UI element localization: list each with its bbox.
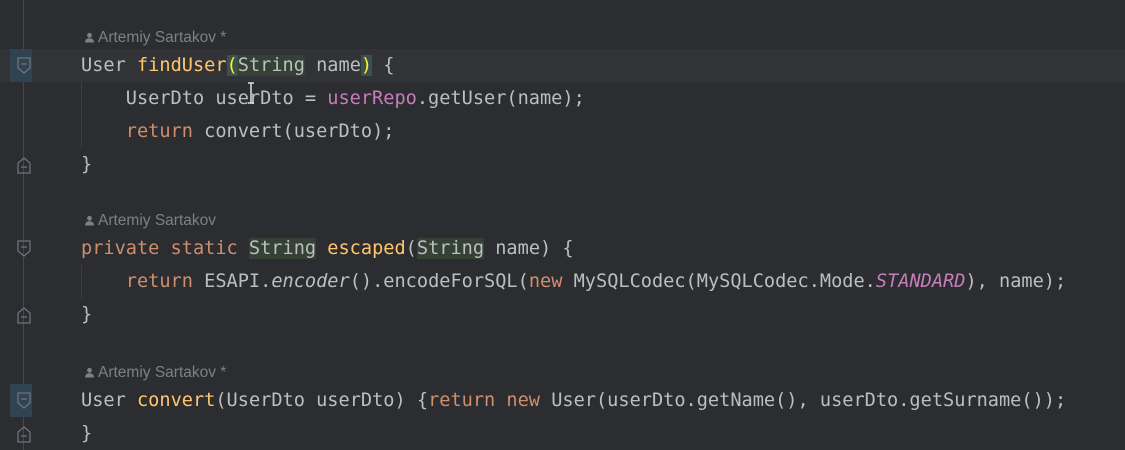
code-token: .getUser(name); [416,88,585,109]
person-icon [85,215,94,226]
fold-start-icon[interactable] [16,392,32,410]
code-line[interactable]: User convert(UserDto userDto) {return ne… [0,384,1125,417]
code-token: convert [136,390,216,411]
code-token: String [416,238,485,259]
code-line[interactable]: return convert(userDto); [0,115,1125,148]
author-name: Artemiy Sartakov [98,212,217,229]
code-text: UserDto userDto = userRepo.getUser(name)… [81,82,585,115]
fold-end-icon[interactable] [16,425,32,443]
code-token: User(userDto.getName(), userDto.getSurna… [540,390,1067,411]
code-token: } [81,423,93,444]
fold-end-icon[interactable] [16,306,32,324]
code-text: } [81,417,92,450]
code-token: name) { [484,238,574,259]
fold-start-icon[interactable] [16,240,32,258]
code-line[interactable]: } [0,148,1125,181]
code-text: return convert(userDto); [81,115,395,148]
code-token: User [81,55,137,76]
code-editor[interactable]: Artemiy Sartakov * User findUser(String n… [0,0,1125,450]
code-text: User convert(UserDto userDto) {return ne… [81,384,1066,417]
code-token: return new [428,390,541,411]
code-token: escaped [327,238,406,259]
author-inlay-hint[interactable]: Artemiy Sartakov * [84,28,226,48]
person-icon [85,32,94,43]
code-token: } [81,304,93,325]
code-line[interactable]: UserDto userDto = userRepo.getUser(name)… [0,82,1125,115]
code-token: userRepo [327,88,417,109]
code-line[interactable]: private static String escaped(String nam… [0,232,1125,265]
code-token: name [304,55,361,76]
code-token: new [528,271,563,292]
code-token: } [81,154,93,175]
code-token: findUser [136,55,227,76]
code-token: return [125,121,193,142]
text-cursor-ibeam-icon [248,82,254,104]
fold-end-icon[interactable] [16,156,32,174]
code-line[interactable]: return ESAPI.encoder().encodeForSQL(new … [0,265,1125,298]
author-name: Artemiy Sartakov * [98,29,227,46]
code-token: String [237,55,305,76]
code-token: UserDto userDto = [81,88,328,109]
code-token: { [372,55,395,76]
code-line[interactable]: User findUser(String name) { [0,49,1125,82]
code-token: ( [226,55,238,76]
code-line[interactable]: } [0,417,1125,450]
code-token: ) [360,55,373,76]
code-text: private static String escaped(String nam… [81,232,574,265]
code-token: ), name); [965,271,1067,292]
code-token: convert(userDto); [192,121,395,142]
person-icon [85,367,94,378]
code-token: ( [405,238,417,259]
code-text: } [81,298,92,331]
code-token: encoder [271,271,350,292]
code-text: User findUser(String name) { [81,49,395,82]
code-token: MySQLCodec(MySQLCodec.Mode. [562,271,876,292]
author-inlay-hint[interactable]: Artemiy Sartakov [84,211,216,231]
code-text: } [81,148,92,181]
author-name: Artemiy Sartakov * [98,364,227,381]
code-token: STANDARD [875,271,966,292]
code-token: (UserDto userDto) { [215,390,429,411]
code-token: private static [81,238,249,259]
code-token: User [81,390,137,411]
code-token: ().encodeForSQL( [349,271,529,292]
author-inlay-hint[interactable]: Artemiy Sartakov * [84,363,226,383]
code-token: String [248,238,317,259]
code-token: ESAPI. [192,271,272,292]
code-line[interactable]: } [0,298,1125,331]
code-token: return [125,271,193,292]
fold-start-icon[interactable] [16,57,32,75]
code-text: return ESAPI.encoder().encodeForSQL(new … [81,265,1066,298]
